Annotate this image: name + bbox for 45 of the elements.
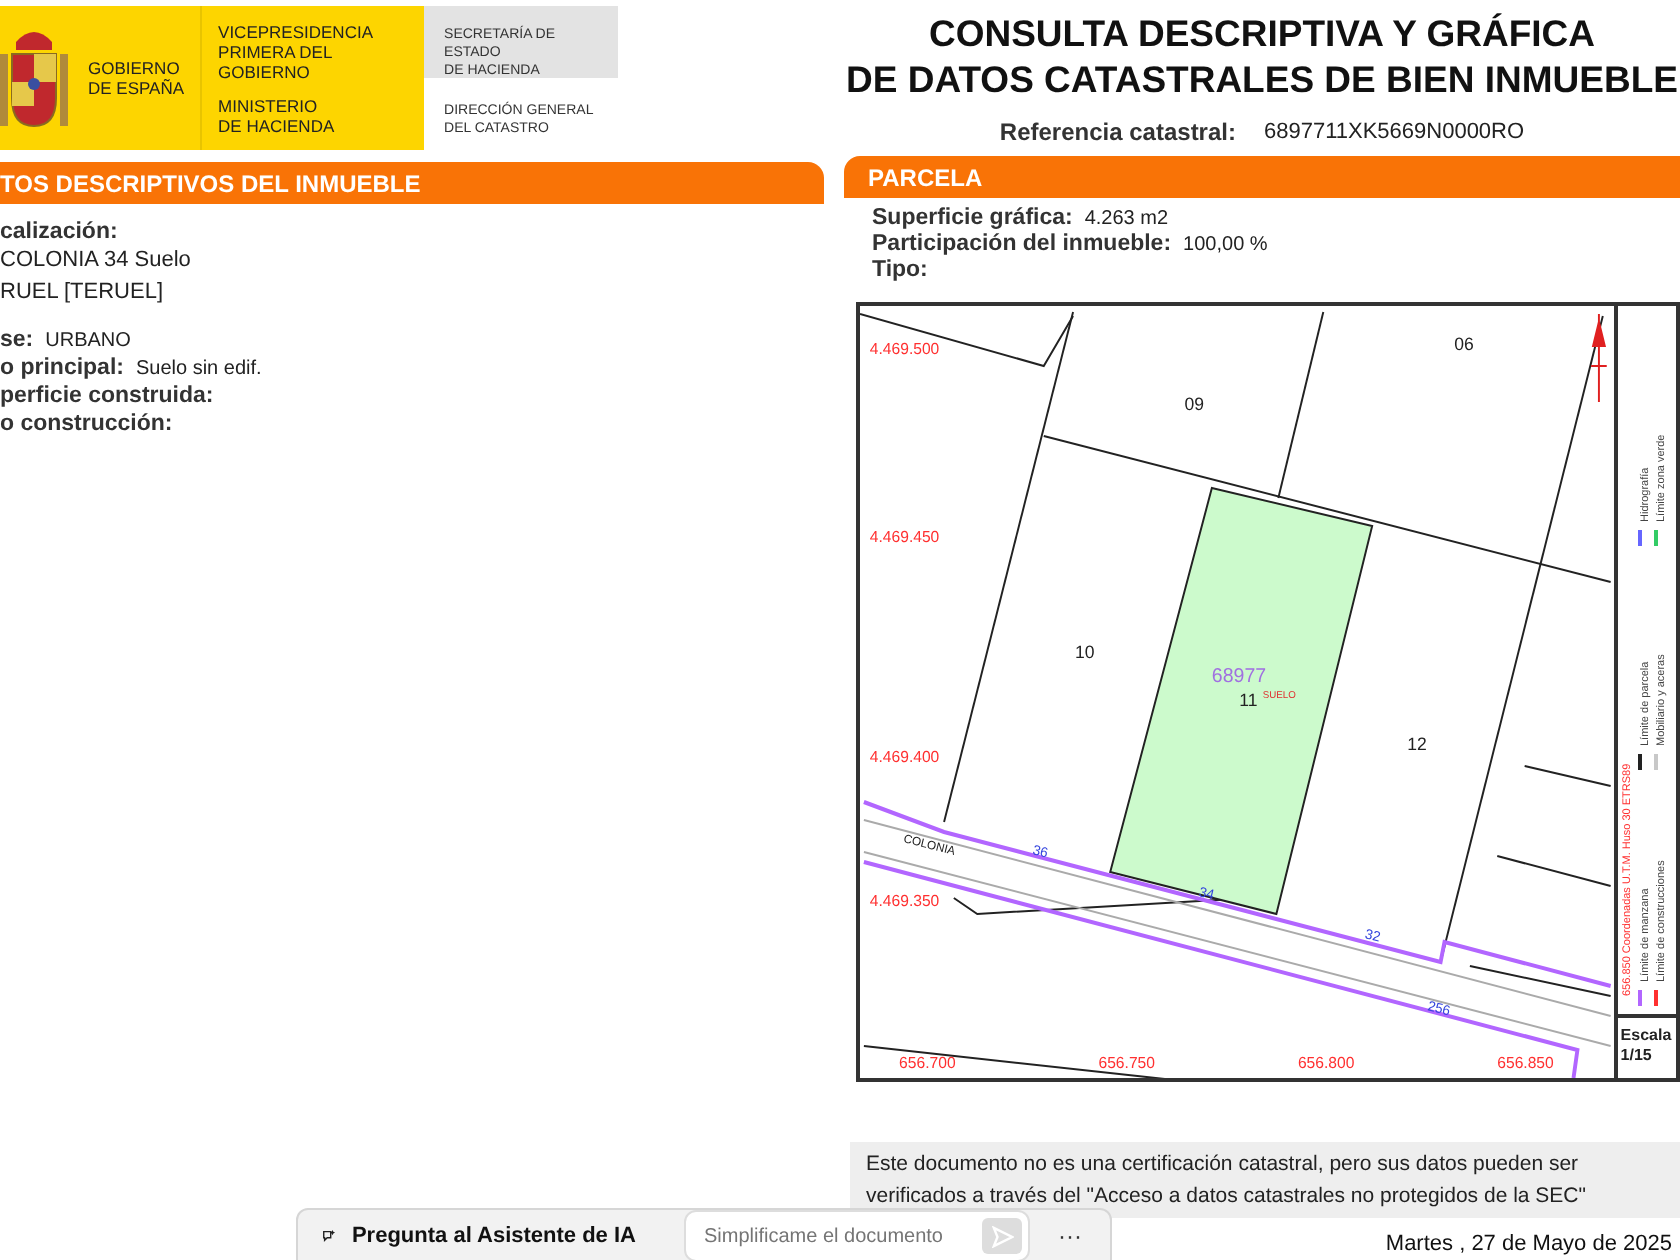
send-icon — [991, 1225, 1013, 1247]
more-button[interactable]: ··· — [1046, 1222, 1094, 1250]
parcel-number: 12 — [1407, 733, 1427, 755]
coordinate-label: 656.700 — [899, 1053, 956, 1073]
disclaimer-text: Este documento no es una certificación catastral, pero sus datos pueden ser verificados a través del "Acceso a datos catastrales no protegidos de la SEC" — [850, 1142, 1680, 1218]
coordinate-label: 656.800 — [1297, 1053, 1355, 1073]
coordinate-label: 4.469.350 — [869, 891, 940, 911]
address-line: RUEL [TERUEL] — [0, 280, 166, 304]
ministry-name: MINISTERIO DE HACIENDA — [218, 96, 337, 136]
send-button[interactable] — [982, 1218, 1022, 1254]
section-header: PARCELA — [844, 156, 1680, 198]
coordinate-label: 4.469.400 — [869, 747, 940, 767]
field-label: Superficie gráfica: — [872, 206, 1073, 230]
assistant-label: Pregunta al Asistente de IA — [351, 1224, 636, 1248]
parcel-number: 06 — [1454, 333, 1474, 355]
coordinate-label: 656.750 — [1098, 1053, 1155, 1073]
block-number: 68977 — [1211, 665, 1267, 689]
section-header: TOS DESCRIPTIVOS DEL INMUEBLE — [0, 162, 824, 204]
parcel-number: 09 — [1184, 393, 1204, 415]
field-value: URBANO — [45, 330, 131, 352]
question-input[interactable]: Simplificame el documento — [684, 1210, 1030, 1260]
government-name: GOBIERNO DE ESPAÑA — [88, 58, 185, 98]
field-value: 100,00 % — [1183, 234, 1268, 256]
field-label: o principal: — [0, 356, 124, 380]
field-label: Tipo: — [872, 258, 928, 282]
field-label: calización: — [0, 220, 120, 244]
field-label: se: — [0, 328, 34, 352]
field-value: Suelo sin edif. — [135, 358, 262, 380]
field-label: o construcción: — [0, 412, 173, 436]
scale-label: Escala 1/15 — [1618, 1014, 1676, 1074]
reference-value: 6897711XK5669N0000RO — [1263, 120, 1525, 144]
address-line: COLONIA 34 Suelo — [0, 248, 193, 272]
north-arrow-icon — [1590, 313, 1608, 403]
field-value: 4.263 m2 — [1084, 208, 1169, 230]
parcel-number: 11 — [1239, 689, 1258, 711]
vice-presidency-name: VICEPRESIDENCIA PRIMERA DEL GOBIERNO — [218, 22, 375, 82]
document-title: CONSULTA DESCRIPTIVA Y GRÁFICA DE DATOS CATASTRALES DE BIEN INMUEBLE — [844, 10, 1680, 102]
field-label: perficie construida: — [0, 384, 214, 408]
coordinate-label: 4.469.450 — [869, 527, 940, 547]
coordinate-label: 656.850 — [1497, 1053, 1554, 1073]
reference-label: Referencia catastral: — [999, 118, 1236, 146]
date-text: Martes , 27 de Mayo de 2025 — [1385, 1232, 1672, 1256]
coordinate-label: 4.469.500 — [869, 339, 940, 359]
parcel-number: 10 — [1075, 641, 1095, 663]
field-label: Participación del inmueble: — [872, 232, 1172, 256]
